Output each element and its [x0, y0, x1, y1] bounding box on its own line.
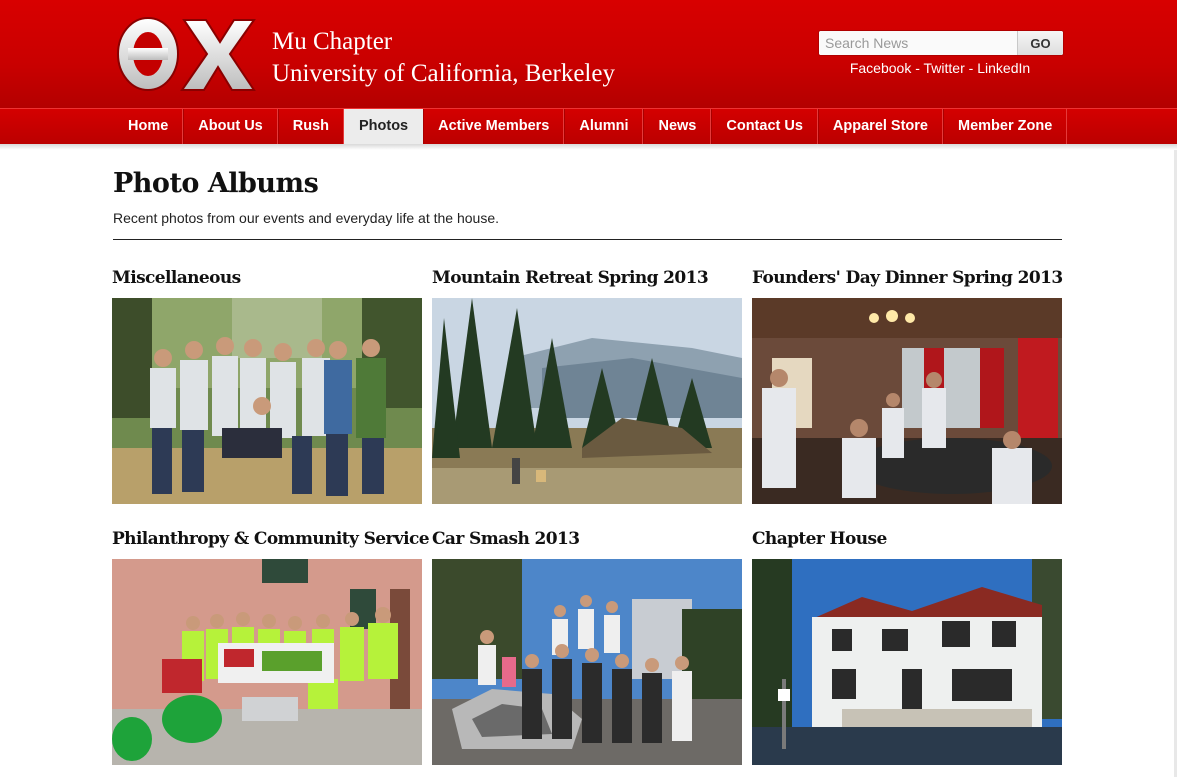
main-nav: Home About Us Rush Photos Active Members…: [0, 108, 1177, 144]
album-title[interactable]: Car Smash 2013: [432, 527, 742, 551]
volunteer-group-photo[interactable]: [112, 559, 422, 765]
album-title[interactable]: Mountain Retreat Spring 2013: [432, 266, 742, 290]
nav-contact-us[interactable]: Contact Us: [711, 109, 818, 144]
social-links: Facebook - Twitter - LinkedIn: [818, 60, 1062, 76]
linkedin-link[interactable]: LinkedIn: [977, 60, 1030, 76]
album-card[interactable]: Miscellaneous: [112, 266, 422, 504]
car-smash-photo[interactable]: [432, 559, 742, 765]
nav-news[interactable]: News: [643, 109, 712, 144]
social-separator: -: [915, 60, 920, 76]
nav-active-members[interactable]: Active Members: [423, 109, 565, 144]
university-name: University of California, Berkeley: [272, 60, 615, 87]
album-card[interactable]: Founders' Day Dinner Spring 2013: [752, 266, 1063, 504]
nav-rush[interactable]: Rush: [277, 109, 344, 144]
search-form: GO: [818, 30, 1064, 56]
album-title[interactable]: Miscellaneous: [112, 266, 422, 290]
album-card[interactable]: Chapter House: [752, 527, 1062, 765]
twitter-link[interactable]: Twitter: [924, 60, 965, 76]
nav-shadow: [0, 144, 1177, 150]
album-card[interactable]: Mountain Retreat Spring 2013: [432, 266, 742, 504]
chapter-name: Mu Chapter: [272, 28, 393, 55]
mountain-forest-photo[interactable]: [432, 298, 742, 504]
site-header: Mu Chapter University of California, Ber…: [0, 0, 1177, 108]
search-go-button[interactable]: GO: [1017, 31, 1063, 55]
search-input[interactable]: [819, 31, 1017, 55]
nav-about-us[interactable]: About Us: [183, 109, 278, 144]
album-title[interactable]: Philanthropy & Community Service: [112, 527, 430, 551]
title-divider: [113, 239, 1062, 240]
nav-alumni[interactable]: Alumni: [564, 109, 644, 144]
page-title: Photo Albums: [113, 168, 319, 199]
social-separator: -: [968, 60, 974, 76]
group-hiking-photo[interactable]: [112, 298, 422, 504]
album-card[interactable]: Car Smash 2013: [432, 527, 742, 765]
chapter-title: Mu Chapter University of California, Ber…: [272, 26, 615, 90]
chapter-house-photo[interactable]: [752, 559, 1062, 765]
theta-chi-logo[interactable]: [114, 14, 256, 94]
album-card[interactable]: Philanthropy & Community Service: [112, 527, 430, 765]
album-title[interactable]: Founders' Day Dinner Spring 2013: [752, 266, 1063, 290]
nav-list: Home About Us Rush Photos Active Members…: [114, 109, 1068, 145]
album-title[interactable]: Chapter House: [752, 527, 1062, 551]
nav-home[interactable]: Home: [114, 109, 184, 144]
nav-member-zone[interactable]: Member Zone: [943, 109, 1068, 144]
nav-apparel-store[interactable]: Apparel Store: [817, 109, 944, 144]
dinner-hall-photo[interactable]: [752, 298, 1062, 504]
nav-photos[interactable]: Photos: [343, 109, 424, 144]
page-subtitle: Recent photos from our events and everyd…: [113, 210, 500, 226]
facebook-link[interactable]: Facebook: [850, 60, 911, 76]
